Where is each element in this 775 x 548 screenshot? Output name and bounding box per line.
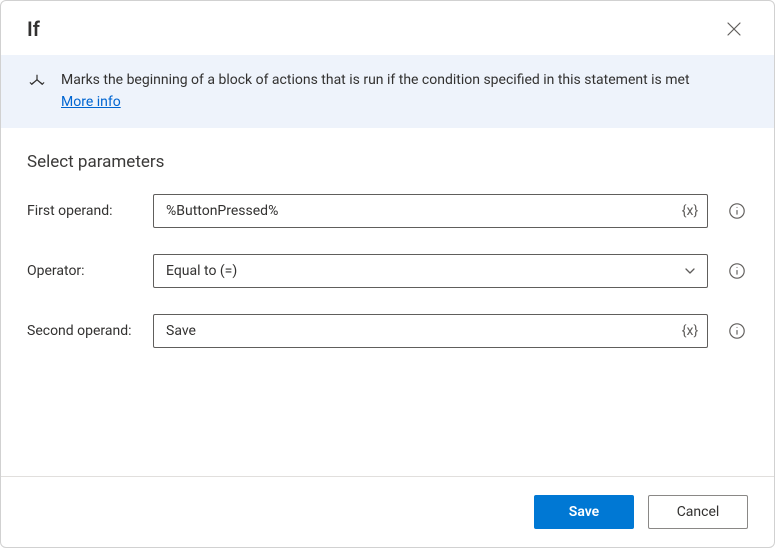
first-operand-row: First operand: {x} <box>27 194 748 228</box>
info-icon <box>728 262 746 280</box>
close-icon <box>727 22 741 36</box>
operator-help-button[interactable] <box>726 260 748 282</box>
second-operand-help-button[interactable] <box>726 320 748 342</box>
first-operand-label: First operand: <box>27 203 145 219</box>
dialog-footer: Save Cancel <box>1 476 774 547</box>
info-icon <box>728 202 746 220</box>
second-operand-label: Second operand: <box>27 323 145 339</box>
dialog-body: Select parameters First operand: {x} Ope… <box>1 128 774 476</box>
branch-icon <box>27 72 47 92</box>
section-title: Select parameters <box>27 152 748 172</box>
info-banner: Marks the beginning of a block of action… <box>1 55 774 128</box>
info-icon <box>728 322 746 340</box>
second-operand-row: Second operand: {x} <box>27 314 748 348</box>
banner-text-wrap: Marks the beginning of a block of action… <box>61 71 748 112</box>
first-operand-help-button[interactable] <box>726 200 748 222</box>
dialog-title: If <box>27 17 40 41</box>
more-info-link[interactable]: More info <box>61 93 121 113</box>
banner-text: Marks the beginning of a block of action… <box>61 72 690 88</box>
second-operand-input[interactable] <box>153 314 708 348</box>
first-operand-field-wrap: {x} <box>153 194 708 228</box>
second-operand-field-wrap: {x} <box>153 314 708 348</box>
cancel-button[interactable]: Cancel <box>648 495 748 529</box>
dialog-header: If <box>1 1 774 55</box>
operator-select[interactable] <box>153 254 708 288</box>
chevron-down-icon[interactable] <box>680 261 700 281</box>
variable-picker-icon[interactable]: {x} <box>680 321 700 341</box>
operator-label: Operator: <box>27 263 145 279</box>
close-button[interactable] <box>720 15 748 43</box>
first-operand-input[interactable] <box>153 194 708 228</box>
variable-picker-icon[interactable]: {x} <box>680 201 700 221</box>
operator-field-wrap <box>153 254 708 288</box>
save-button[interactable]: Save <box>534 495 634 529</box>
operator-row: Operator: <box>27 254 748 288</box>
if-action-dialog: If Marks the beginning of a block of act… <box>0 0 775 548</box>
